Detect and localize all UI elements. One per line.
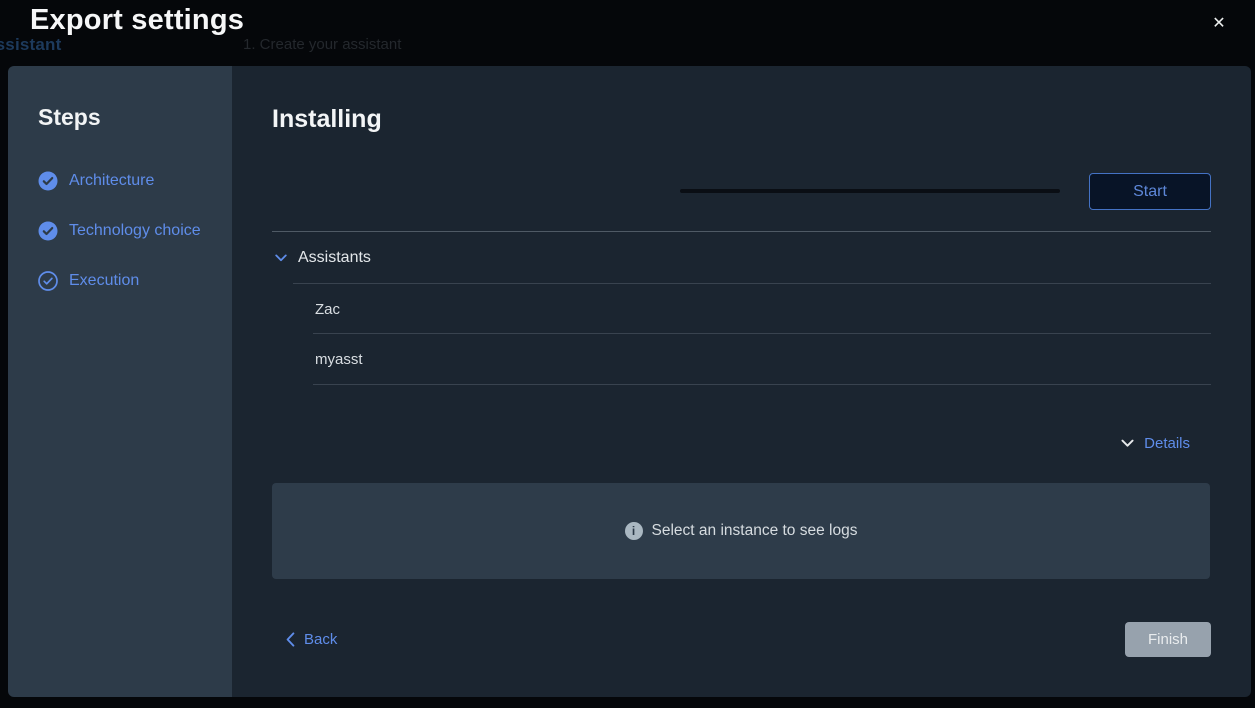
list-divider <box>313 384 1211 385</box>
back-button[interactable]: Back <box>286 629 337 649</box>
step-item-technology-choice[interactable]: Technology choice <box>38 221 212 241</box>
chevron-left-icon <box>286 632 295 647</box>
export-settings-dialog: Steps Architecture Technology choice <box>8 66 1251 697</box>
check-circle-filled-icon <box>38 171 58 191</box>
close-icon[interactable]: ✕ <box>1207 11 1231 35</box>
steps-title: Steps <box>38 104 212 131</box>
finish-button[interactable]: Finish <box>1125 622 1211 657</box>
chevron-down-icon <box>1121 439 1134 448</box>
assistant-list-item[interactable]: Zac <box>313 284 1211 334</box>
step-item-architecture[interactable]: Architecture <box>38 171 212 191</box>
assistants-section-label: Assistants <box>298 249 371 267</box>
step-label: Technology choice <box>69 222 201 240</box>
background-step-hint: 1. Create your assistant <box>243 36 401 53</box>
step-label: Execution <box>69 272 139 290</box>
assistants-section-toggle[interactable]: Assistants <box>275 248 371 268</box>
chevron-down-icon <box>275 254 287 262</box>
logs-placeholder-message: Select an instance to see logs <box>652 522 858 540</box>
check-circle-outline-icon <box>38 271 58 291</box>
check-circle-filled-icon <box>38 221 58 241</box>
installing-panel: Installing Start Assistants Zac myasst D… <box>232 66 1251 697</box>
dialog-title: Export settings <box>30 4 244 37</box>
details-toggle[interactable]: Details <box>1121 433 1190 453</box>
assistant-list-item[interactable]: myasst <box>313 334 1211 384</box>
section-divider <box>272 231 1211 232</box>
details-label: Details <box>1144 435 1190 452</box>
progress-bar <box>680 189 1060 193</box>
start-button[interactable]: Start <box>1089 173 1211 210</box>
background-partial-text: assistant <box>0 35 62 55</box>
info-icon: i <box>625 522 643 540</box>
logs-placeholder-panel: i Select an instance to see logs <box>272 483 1210 579</box>
step-label: Architecture <box>69 172 154 190</box>
step-item-execution[interactable]: Execution <box>38 271 212 291</box>
page-title: Installing <box>272 105 382 134</box>
steps-sidebar: Steps Architecture Technology choice <box>8 66 232 697</box>
back-label: Back <box>304 631 337 648</box>
